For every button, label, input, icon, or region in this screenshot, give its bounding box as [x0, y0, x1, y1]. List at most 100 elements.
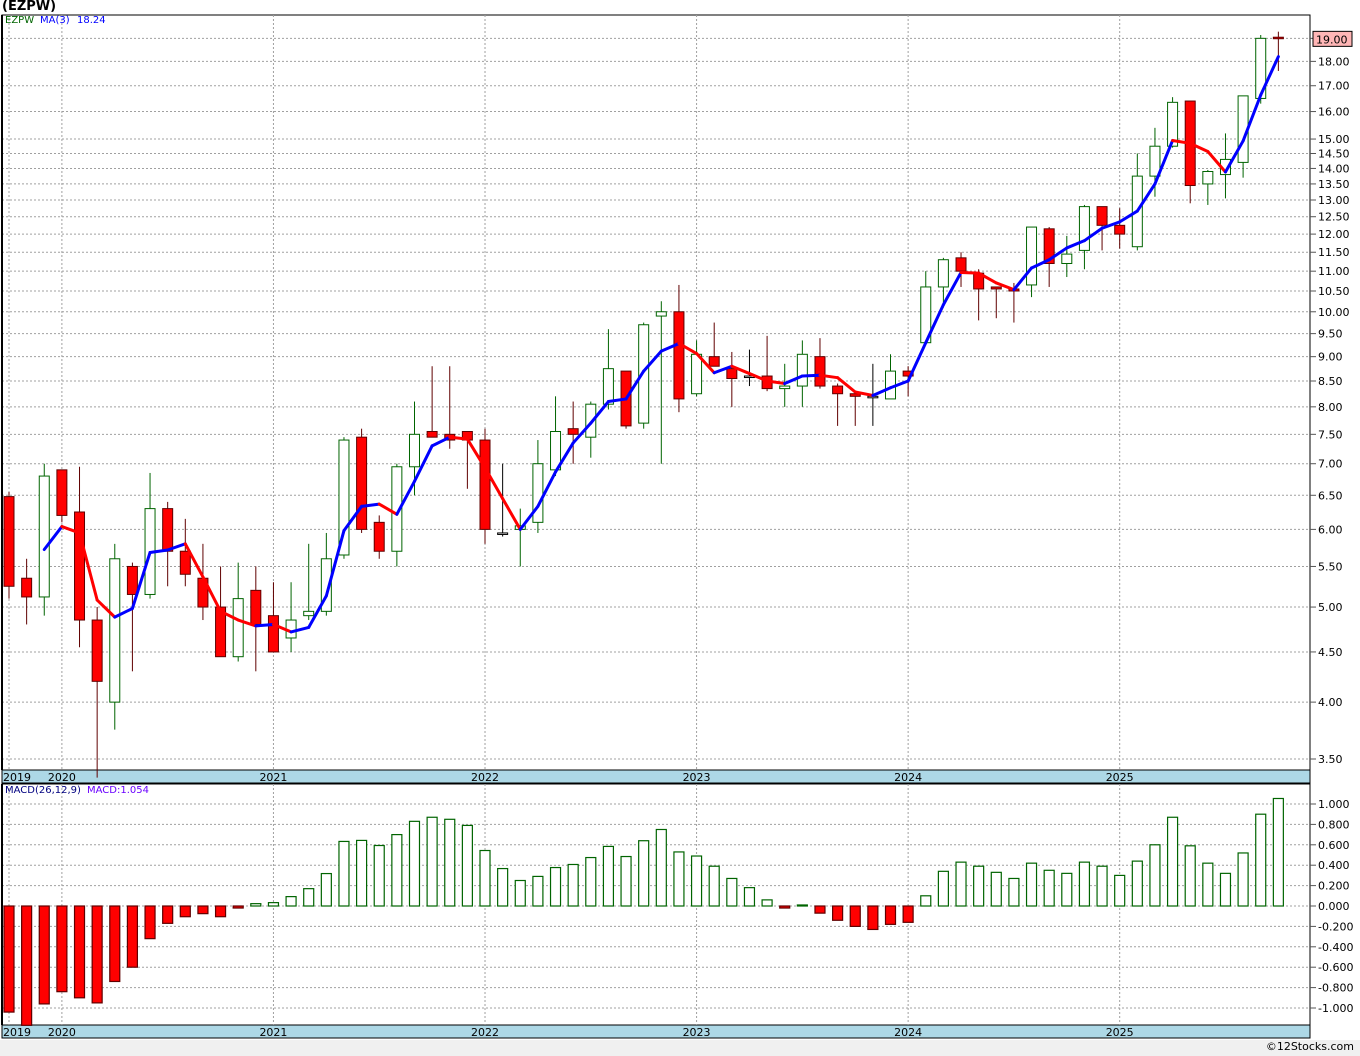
macd-bar — [1219, 872, 1232, 907]
macd-bar — [726, 877, 738, 907]
price-axis-label: 13.00 — [1318, 194, 1350, 207]
macd-bar — [849, 905, 861, 927]
macd-bar — [250, 903, 262, 907]
year-label: 2023 — [683, 771, 711, 784]
macd-bar — [743, 887, 756, 907]
price-axis-label: 10.00 — [1318, 306, 1350, 319]
macd-bar — [990, 871, 1002, 907]
candle-body — [673, 311, 685, 400]
candle-body — [232, 598, 244, 658]
macd-bar — [38, 905, 50, 1005]
macd-bar — [285, 896, 297, 907]
price-axis-label: 12.50 — [1318, 211, 1350, 224]
candle-body — [38, 475, 50, 598]
ma3-line-segment — [800, 373, 822, 378]
candle-body — [497, 532, 509, 535]
candle-body — [250, 589, 262, 625]
macd-bar — [479, 849, 491, 907]
candle — [356, 428, 368, 533]
macd-axis-label: 0.200 — [1318, 880, 1350, 893]
candle — [479, 428, 491, 544]
price-axis-label: 11.00 — [1318, 265, 1350, 278]
price-axis-label: 5.50 — [1318, 560, 1343, 573]
candle-body — [56, 469, 68, 516]
macd-bar — [497, 867, 509, 907]
macd-axis-label: -0.400 — [1318, 941, 1353, 954]
candle-body — [3, 496, 15, 587]
price-axis-label: 12.00 — [1318, 228, 1350, 241]
year-label: 2023 — [683, 1026, 711, 1039]
year-label: 2025 — [1106, 771, 1134, 784]
candle — [3, 492, 15, 599]
ma3-line-segment — [959, 270, 981, 275]
last-price-label: 19.00 — [1316, 33, 1348, 46]
macd-bar — [867, 905, 879, 931]
candle-body — [91, 619, 103, 682]
ma3-line-segment — [254, 622, 275, 628]
macd-bar — [1255, 813, 1267, 907]
macd-bar — [391, 833, 403, 907]
macd-bar — [144, 905, 156, 940]
price-axis-label: 9.00 — [1318, 351, 1343, 364]
macd-bar — [1272, 797, 1284, 907]
year-label: 2024 — [894, 1026, 922, 1039]
price-axis-label: 9.50 — [1318, 328, 1343, 341]
price-legend-symbol: EZPW — [5, 15, 35, 26]
macd-bar — [567, 863, 579, 907]
macd-bar — [1096, 865, 1108, 907]
candle-body — [955, 257, 967, 272]
price-axis-label: 3.50 — [1318, 753, 1343, 766]
macd-bar — [920, 895, 932, 907]
macd-bar — [461, 824, 473, 907]
price-axis-label: 18.00 — [1318, 55, 1350, 68]
candle-body — [1078, 206, 1090, 251]
price-axis-label: 7.50 — [1318, 428, 1343, 441]
candle-body — [373, 521, 385, 552]
macd-bar — [690, 855, 703, 907]
macd-bar — [1025, 862, 1038, 907]
macd-bar — [1166, 816, 1179, 907]
candle — [109, 543, 121, 730]
candle — [56, 469, 68, 523]
candle-body — [1096, 206, 1108, 226]
candle-body — [21, 577, 33, 598]
macd-bar — [56, 905, 68, 993]
candle-body — [1272, 36, 1284, 40]
price-axis-label: 15.00 — [1318, 133, 1350, 146]
candle-body — [832, 385, 844, 395]
candle-body — [814, 356, 826, 387]
macd-bar — [91, 905, 103, 1004]
macd-bar — [655, 828, 667, 907]
macd-bar — [532, 875, 544, 907]
macd-bar — [214, 905, 227, 918]
candle-body — [74, 511, 86, 621]
macd-bar — [109, 905, 121, 983]
macd-bar — [1149, 844, 1161, 907]
candle-body — [796, 353, 808, 387]
candle-body — [1202, 170, 1214, 185]
candle-body — [602, 368, 614, 405]
macd-bar — [955, 861, 967, 907]
price-axis-label: 4.00 — [1318, 696, 1343, 709]
macd-bar — [602, 845, 615, 907]
year-label: 2019 — [3, 1026, 31, 1039]
macd-bar — [1043, 869, 1055, 907]
year-label: 2024 — [894, 771, 922, 784]
candle-body — [179, 550, 191, 575]
candle-body — [426, 430, 438, 438]
macd-bar — [426, 816, 438, 907]
macd-legend-label: MACD(26,12,9) — [5, 785, 81, 796]
macd-legend-value: MACD:1.054 — [87, 785, 149, 796]
macd-bar — [373, 844, 385, 907]
price-axis-label: 14.00 — [1318, 162, 1350, 175]
year-label: 2019 — [3, 771, 31, 784]
macd-bar — [3, 905, 15, 1013]
macd-bar — [1114, 874, 1126, 907]
macd-bar — [1061, 872, 1073, 907]
chart-title: (EZPW) — [2, 0, 57, 14]
ma3-line-segment — [448, 435, 469, 441]
macd-bar — [708, 865, 720, 907]
macd-bar — [814, 905, 826, 914]
year-label: 2021 — [259, 1026, 287, 1039]
candle-body — [726, 368, 738, 380]
